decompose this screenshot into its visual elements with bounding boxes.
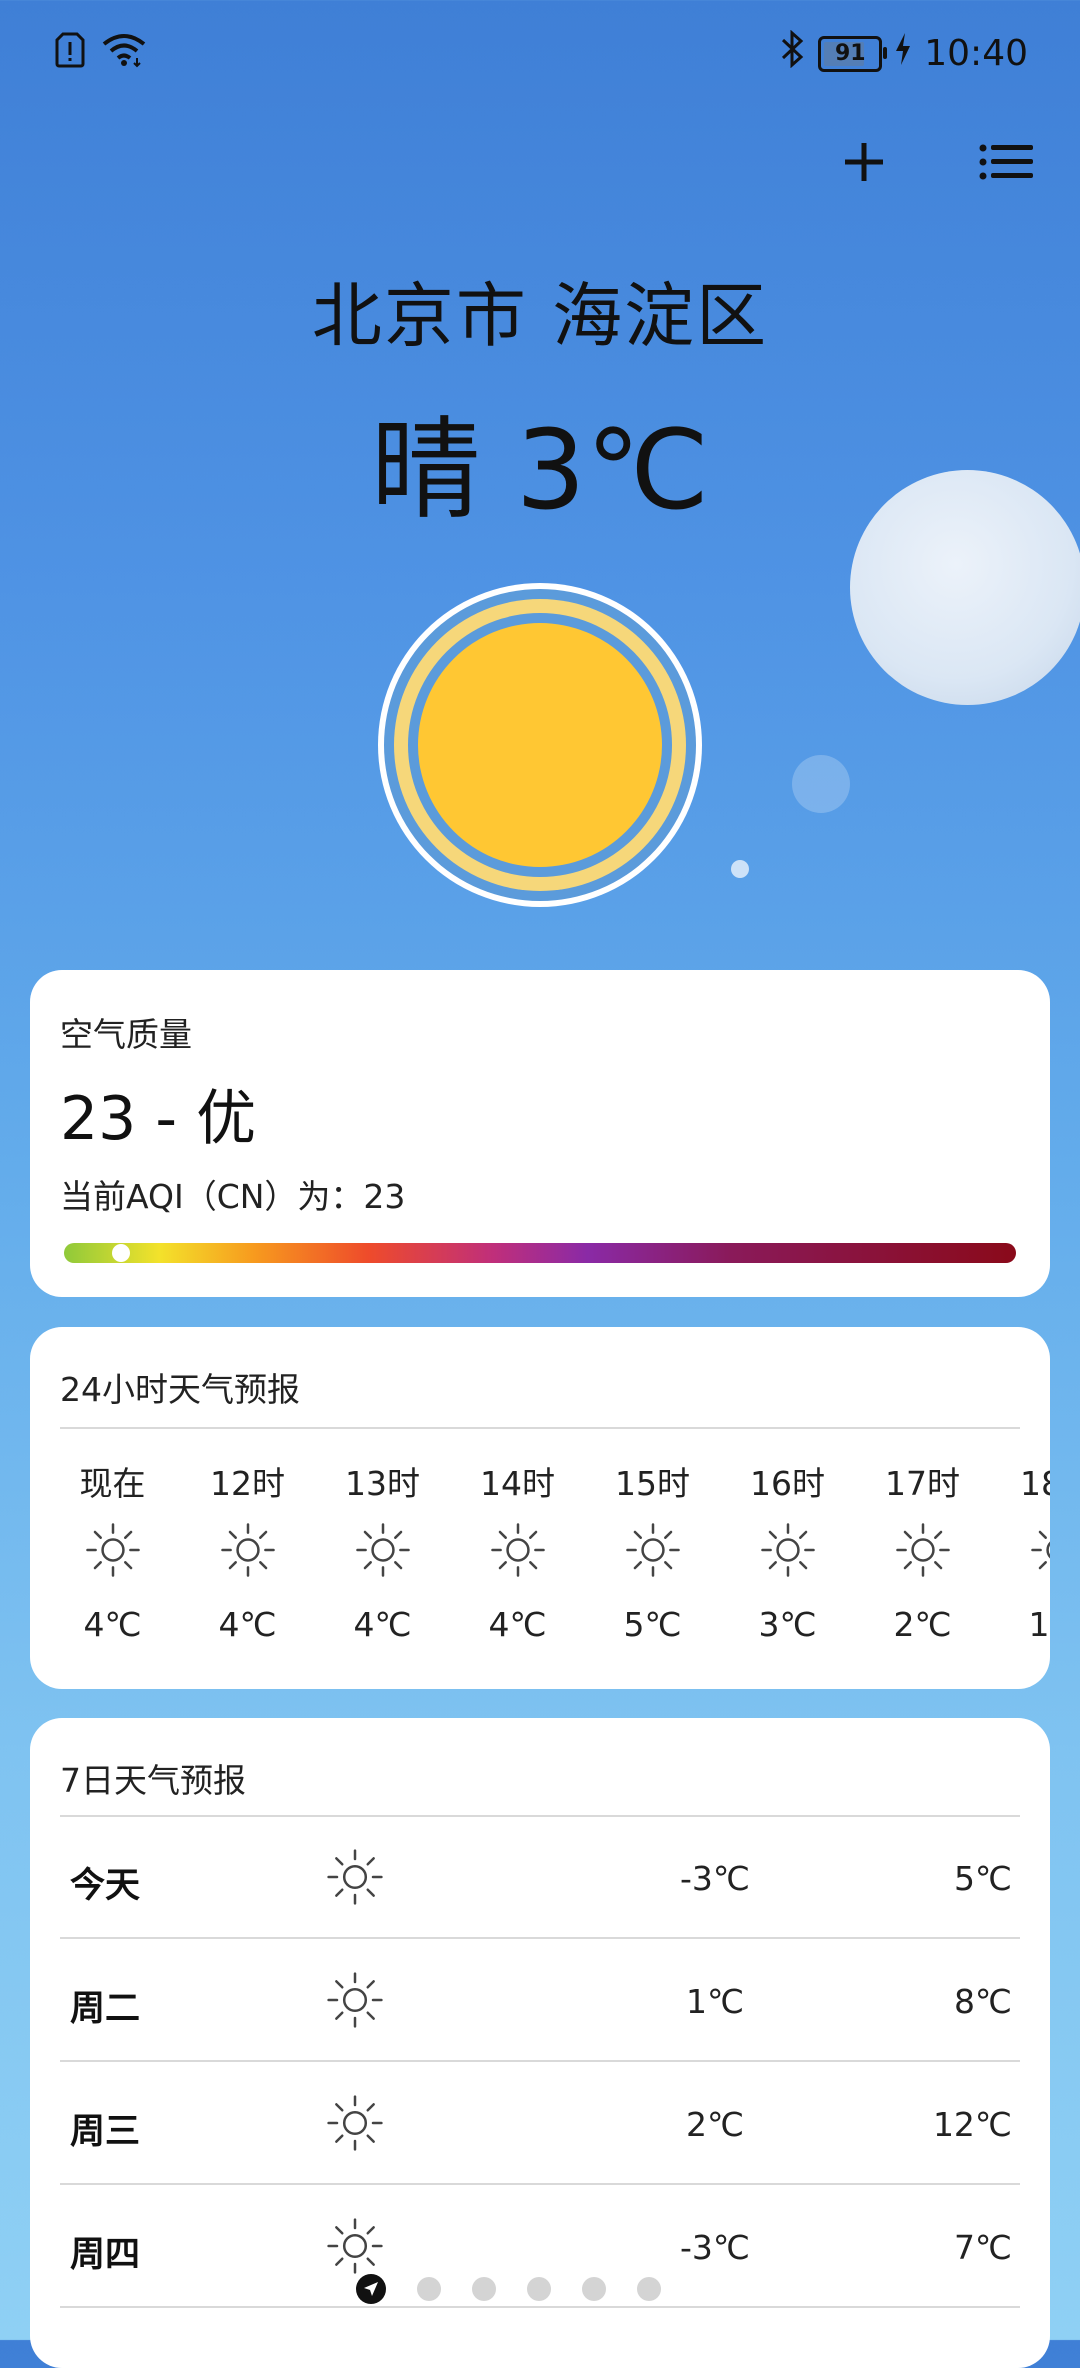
sun-icon [325, 1970, 385, 2030]
weather-sun-icon [375, 580, 705, 910]
air-quality-card[interactable]: 空气质量 23 - 优 当前AQI（CN）为：23 [30, 970, 1050, 1297]
hour-label: 16时 [750, 1464, 825, 1503]
divider [60, 2306, 1020, 2308]
bluetooth-icon [780, 29, 806, 77]
sun-icon [315, 1515, 450, 1585]
hour-label: 现在 [79, 1464, 146, 1503]
hour-label: 14时 [480, 1464, 555, 1503]
bubble-decoration [731, 860, 749, 878]
city-pager[interactable] [356, 2274, 661, 2304]
divider [60, 2060, 1020, 2062]
low-temp: -3℃ [680, 2228, 750, 2267]
low-temp: 1℃ [685, 1982, 745, 2021]
bubble-decoration [792, 755, 850, 813]
charging-icon [894, 32, 912, 75]
sun-icon [585, 1515, 720, 1585]
divider [60, 1937, 1020, 1939]
status-bar: 91 10:40 [0, 0, 1080, 110]
battery-icon: 91 [818, 35, 888, 72]
aqi-scale-bar [64, 1243, 1016, 1263]
add-city-button[interactable] [832, 130, 896, 194]
day-name: 今天 [70, 1866, 141, 1906]
hour-temp: 1℃ [1028, 1605, 1050, 1644]
list-menu-icon [979, 144, 1033, 180]
sun-icon [45, 1515, 180, 1585]
page-dot[interactable] [637, 2277, 661, 2301]
hourly-item: 12时 4℃ [180, 1457, 315, 1644]
menu-button[interactable] [975, 130, 1039, 194]
hour-temp: 3℃ [758, 1605, 817, 1644]
sun-icon [720, 1515, 855, 1585]
hour-label: 15时 [615, 1464, 690, 1503]
low-temp: 2℃ [685, 2105, 745, 2144]
hour-temp: 4℃ [488, 1605, 547, 1644]
hourly-item: 13时 4℃ [315, 1457, 450, 1644]
hourly-item: 现在 4℃ [45, 1457, 180, 1644]
battery-level: 91 [834, 41, 866, 66]
card-title: 24小时天气预报 [60, 1370, 300, 1409]
page-dot[interactable] [417, 2277, 441, 2301]
sun-icon [450, 1515, 585, 1585]
hourly-item: 14时 4℃ [450, 1457, 585, 1644]
plus-icon [845, 143, 883, 181]
sun-icon [325, 2093, 385, 2153]
divider [60, 2183, 1020, 2185]
page-dot[interactable] [527, 2277, 551, 2301]
day-name: 周二 [70, 1989, 141, 2029]
sun-icon [855, 1515, 990, 1585]
daily-row[interactable]: 周二 1℃ 8℃ [60, 1940, 1020, 2062]
hourly-item: 17时 2℃ [855, 1457, 990, 1644]
page-dot[interactable] [582, 2277, 606, 2301]
wifi-icon [101, 32, 147, 72]
hour-label: 12时 [210, 1464, 285, 1503]
hour-temp: 4℃ [218, 1605, 277, 1644]
location-arrow-icon[interactable] [356, 2274, 386, 2304]
sim-alert-icon [55, 32, 85, 72]
sun-icon [325, 1847, 385, 1907]
low-temp: -3℃ [680, 1859, 750, 1898]
hour-temp: 2℃ [893, 1605, 952, 1644]
hour-label: 17时 [885, 1464, 960, 1503]
page-dot[interactable] [472, 2277, 496, 2301]
high-temp: 7℃ [953, 2228, 1012, 2267]
clock: 10:40 [924, 33, 1028, 74]
day-name: 周四 [70, 2235, 141, 2275]
location-title: 北京市 海淀区 [311, 275, 769, 357]
aqi-indicator [112, 1244, 131, 1262]
hour-label: 18时 [1020, 1464, 1050, 1503]
day-name: 周三 [70, 2112, 141, 2152]
high-temp: 8℃ [953, 1982, 1012, 2021]
hourly-forecast-card: 24小时天气预报 现在 4℃ 12时 4℃ 13时 4℃ 14时 4℃ 15时 5℃ 16… [30, 1327, 1050, 1689]
daily-row[interactable]: 周三 2℃ 12℃ [60, 2063, 1020, 2185]
hour-temp: 4℃ [353, 1605, 412, 1644]
card-title: 7日天气预报 [60, 1761, 246, 1800]
sun-icon [325, 2216, 385, 2276]
hourly-item: 15时 5℃ [585, 1457, 720, 1644]
card-title: 空气质量 [60, 1015, 192, 1054]
high-temp: 12℃ [932, 2105, 1012, 2144]
hour-label: 13时 [345, 1464, 420, 1503]
aqi-value: 23 - 优 [60, 1084, 257, 1154]
daily-forecast-card: 7日天气预报 今天 -3℃ 5℃ 周二 1℃ 8℃ 周三 2℃ 12℃ 周四 -… [30, 1718, 1050, 2368]
hourly-item: 18时 1℃ [990, 1457, 1050, 1644]
sun-icon [990, 1515, 1050, 1585]
hour-temp: 4℃ [83, 1605, 142, 1644]
daily-row[interactable]: 今天 -3℃ 5℃ [60, 1817, 1020, 1939]
hourly-list[interactable]: 现在 4℃ 12时 4℃ 13时 4℃ 14时 4℃ 15时 5℃ 16时 3℃ 17时 2… [30, 1457, 1050, 1677]
aqi-description: 当前AQI（CN）为：23 [60, 1177, 406, 1216]
sun-icon [180, 1515, 315, 1585]
hourly-item: 16时 3℃ [720, 1457, 855, 1644]
high-temp: 5℃ [953, 1859, 1012, 1898]
divider [60, 1427, 1020, 1429]
hour-temp: 5℃ [623, 1605, 682, 1644]
current-weather: 晴 3℃ [370, 406, 710, 534]
